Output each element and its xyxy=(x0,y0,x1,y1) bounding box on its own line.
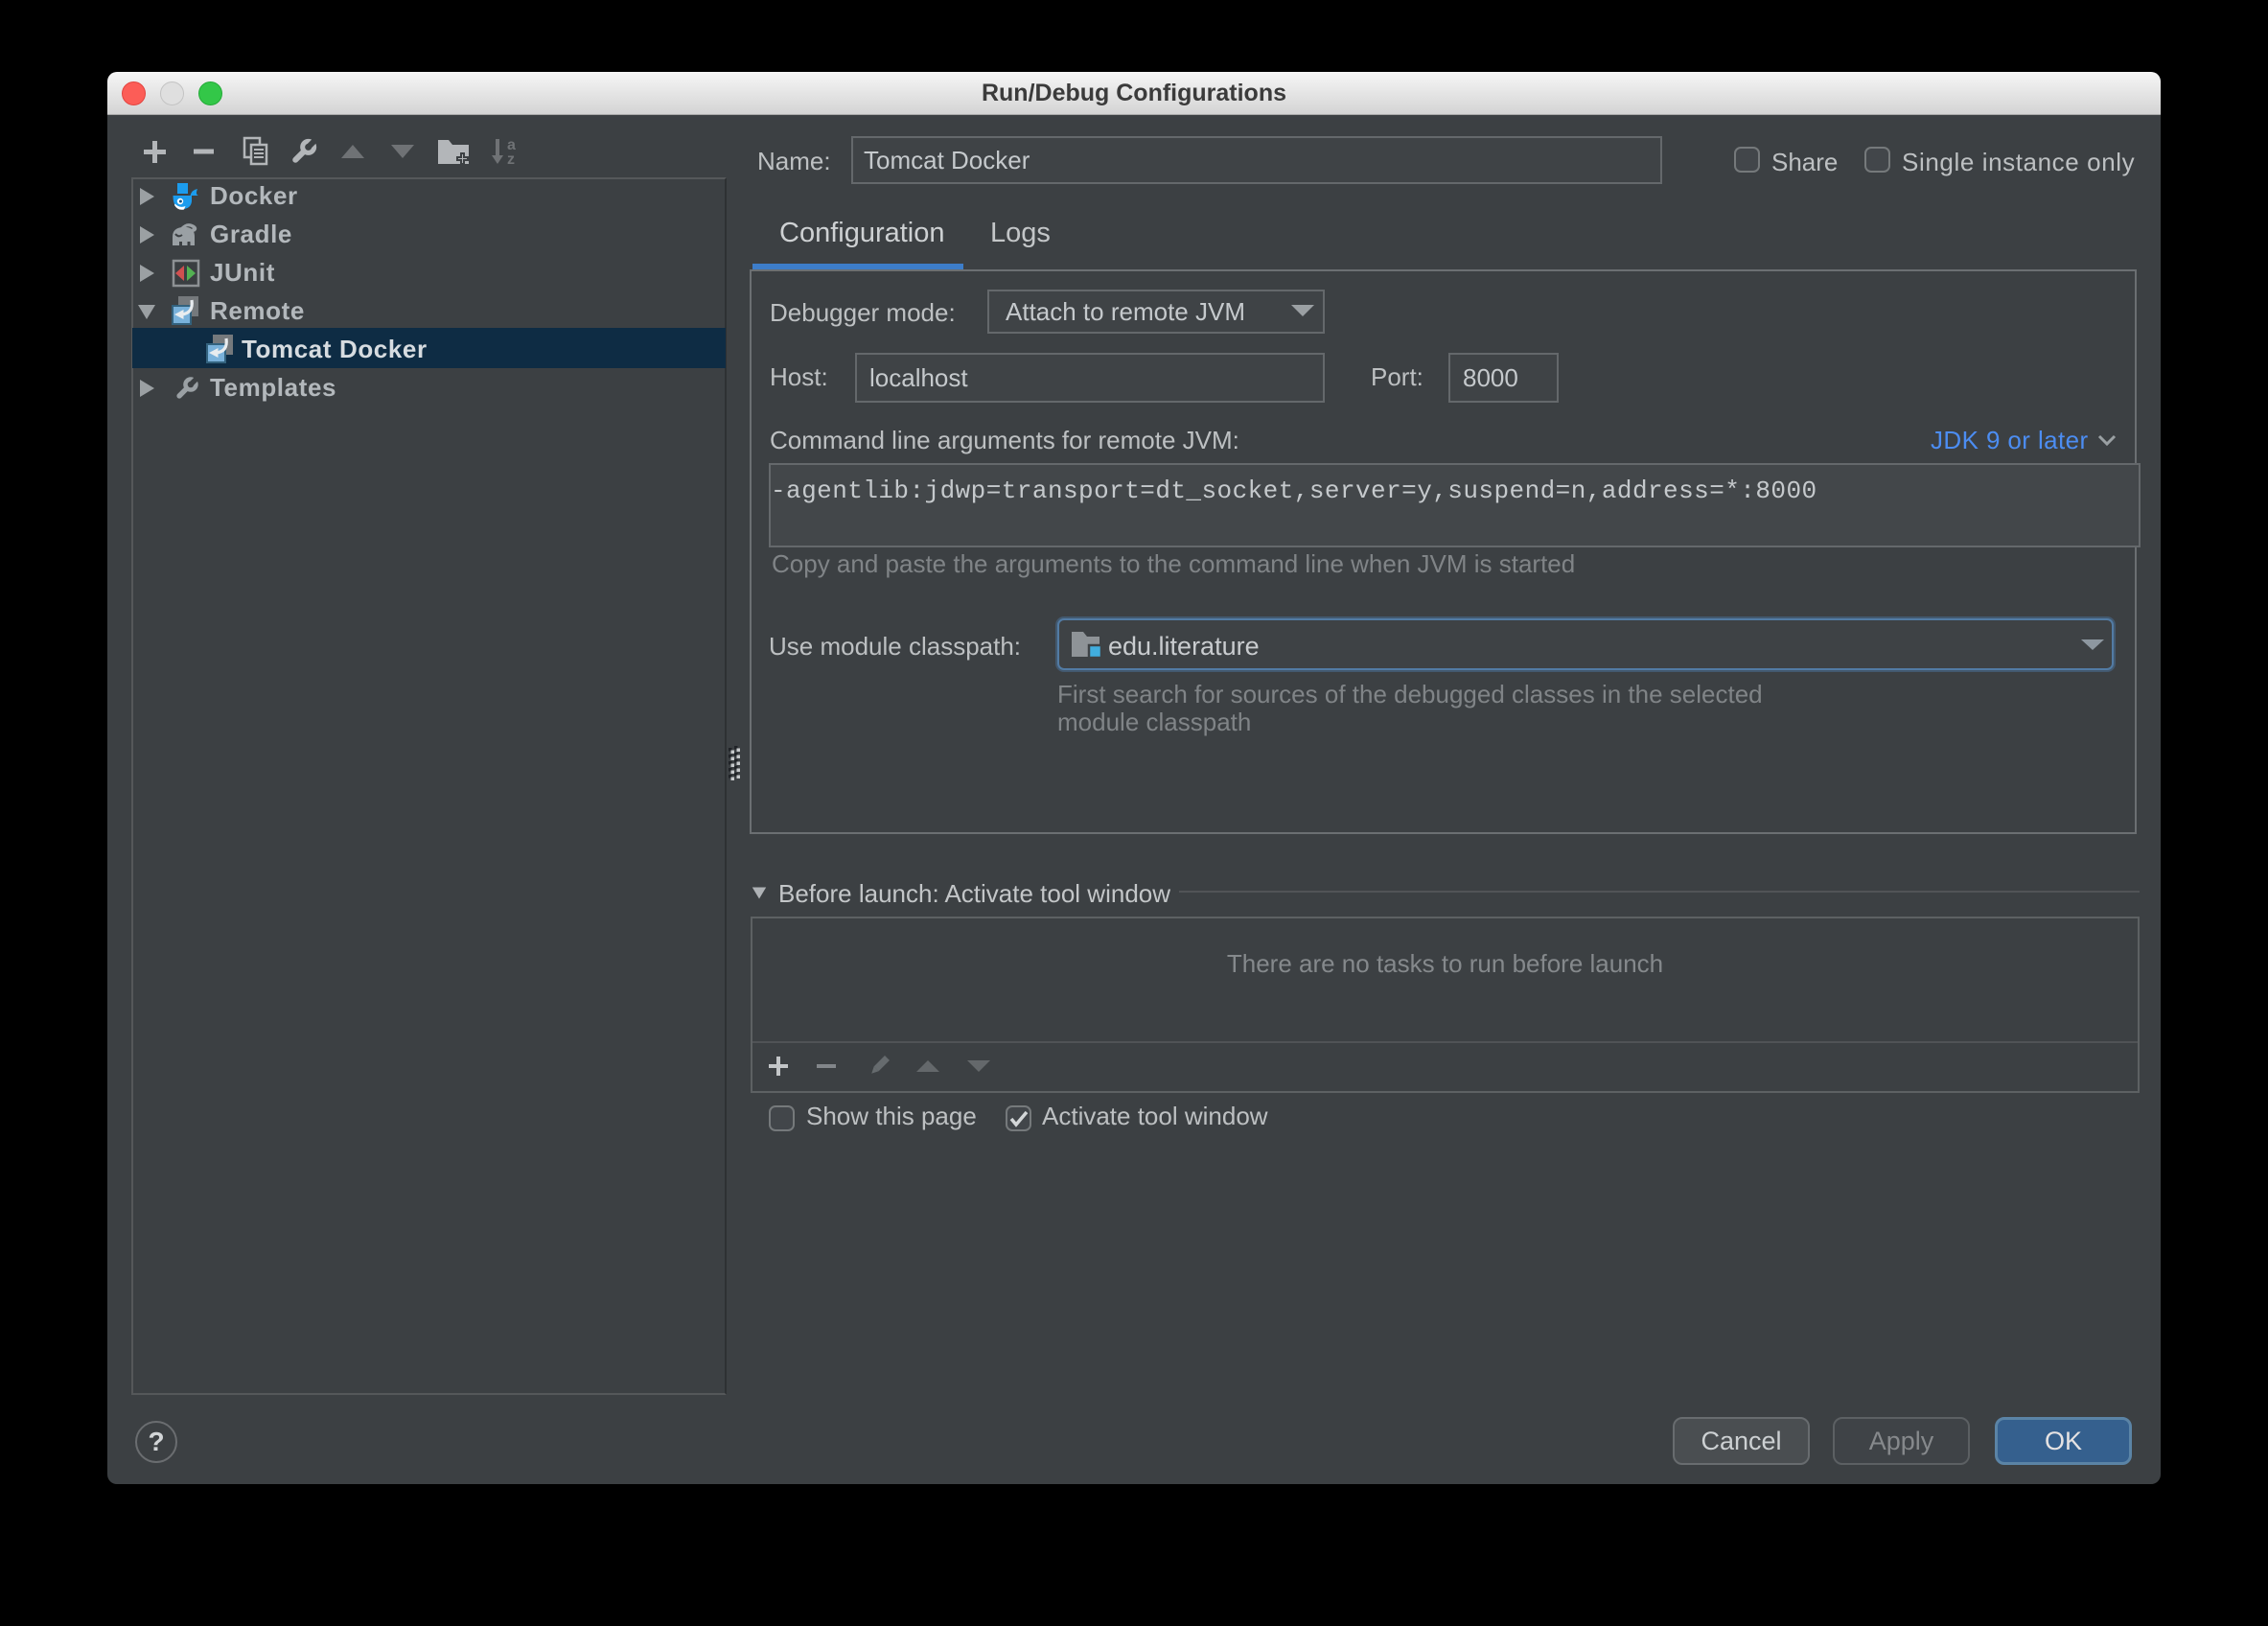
svg-text:z: z xyxy=(507,151,515,168)
